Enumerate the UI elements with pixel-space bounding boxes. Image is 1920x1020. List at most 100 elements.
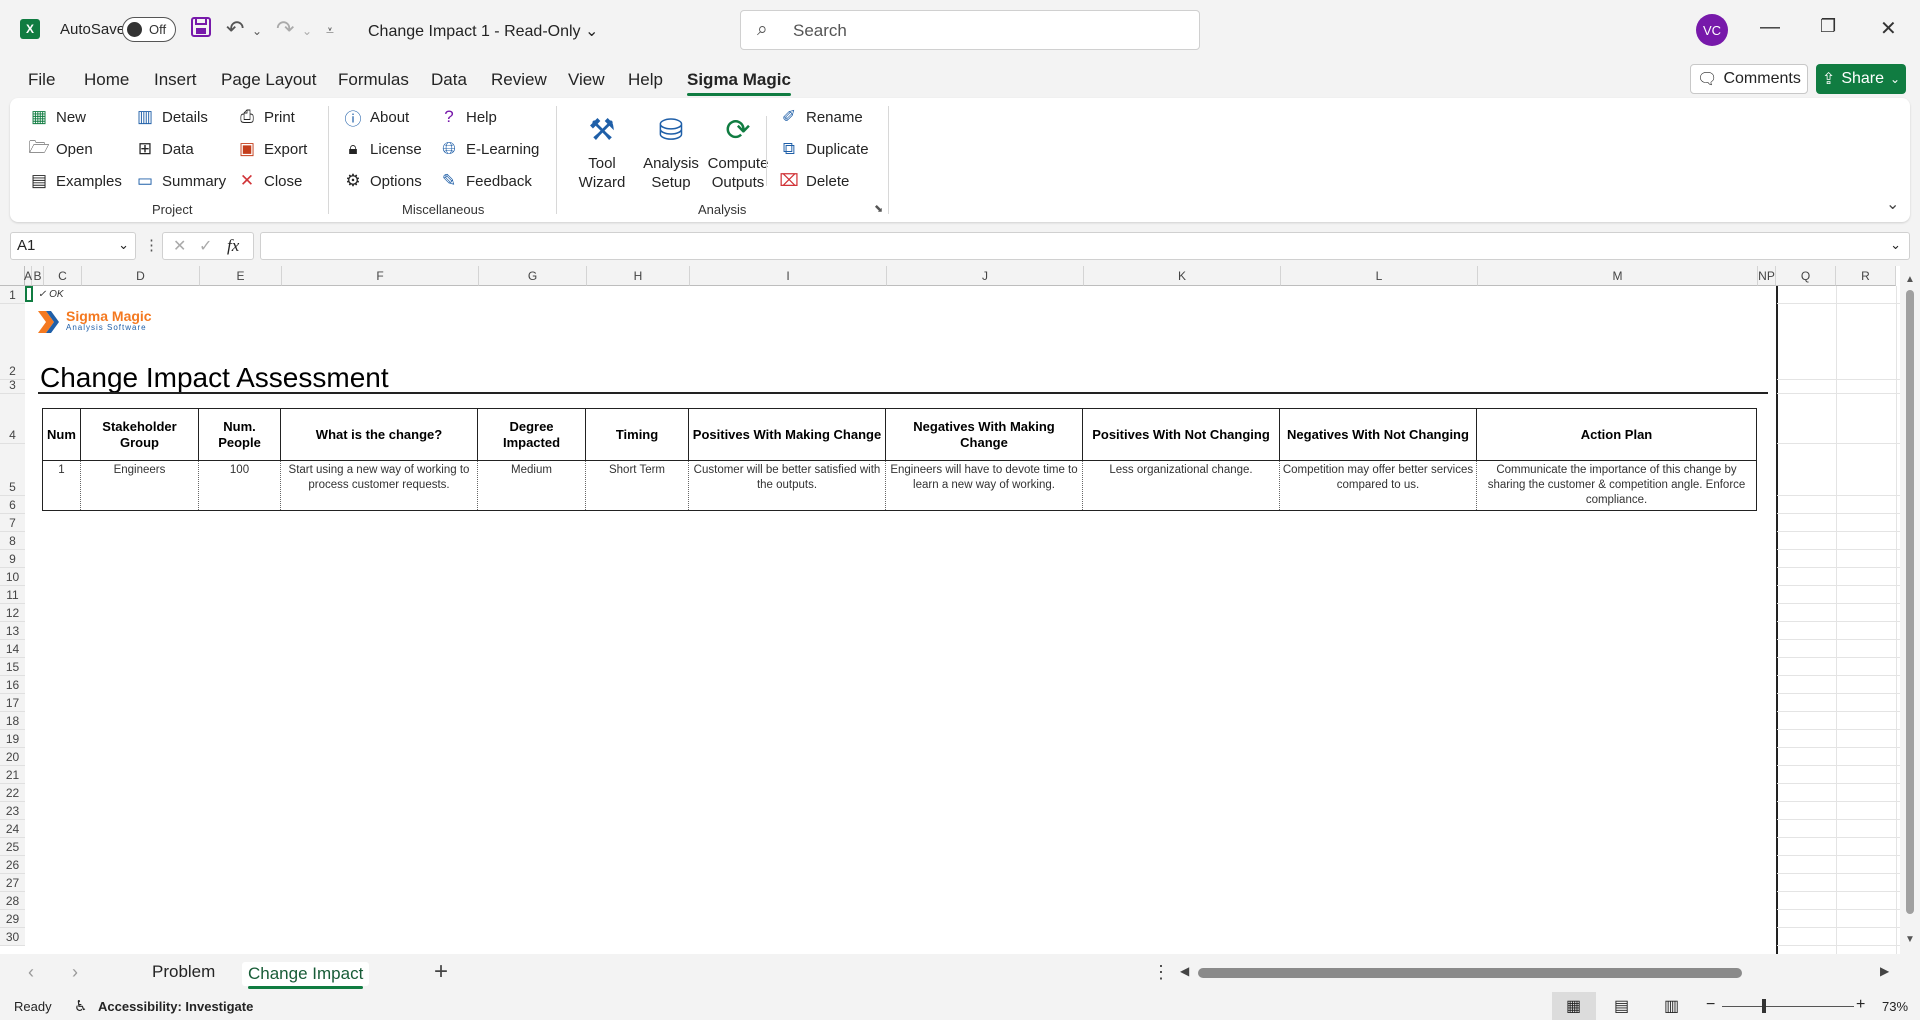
compute-outputs-button[interactable]: ⟳ Compute Outputs — [700, 108, 776, 192]
accessibility-status[interactable]: Accessibility: Investigate — [98, 999, 253, 1014]
column-header[interactable]: Q — [1776, 266, 1836, 286]
table-cell[interactable]: Medium — [477, 460, 586, 511]
more-options-icon[interactable]: ⋮ — [144, 236, 159, 254]
column-header[interactable]: R — [1836, 266, 1896, 286]
options-button[interactable]: ⚙ Options — [342, 170, 421, 192]
page-break-view-icon[interactable]: ▥ — [1664, 996, 1679, 1016]
add-sheet-icon[interactable]: + — [434, 958, 448, 986]
column-header[interactable]: NP — [1758, 266, 1776, 286]
share-button[interactable]: ⇪ Share ⌄ — [1816, 64, 1906, 94]
autosave-toggle[interactable]: Off — [122, 17, 176, 42]
row-header[interactable]: 2 — [0, 304, 25, 380]
details-button[interactable]: ▥ Details — [134, 106, 208, 128]
worksheet-grid[interactable]: A B C D E F G H I J K L M NP Q R 1234567… — [0, 266, 1920, 954]
row-header[interactable]: 19 — [0, 730, 25, 748]
dialog-launcher-icon[interactable]: ⬊ — [874, 202, 883, 215]
vertical-scroll-thumb[interactable] — [1906, 290, 1914, 914]
table-cell[interactable]: Short Term — [585, 460, 689, 511]
row-header[interactable]: 8 — [0, 532, 25, 550]
scroll-left-icon[interactable]: ◀ — [1180, 964, 1189, 978]
row-header[interactable]: 9 — [0, 550, 25, 568]
prev-sheet-icon[interactable]: ‹ — [28, 962, 34, 983]
comments-button[interactable]: 🗨 Comments — [1690, 64, 1808, 94]
row-header[interactable]: 3 — [0, 378, 25, 394]
scroll-down-icon[interactable]: ▼ — [1905, 934, 1915, 945]
examples-button[interactable]: ▤ Examples — [28, 170, 122, 192]
row-header[interactable]: 5 — [0, 444, 25, 496]
zoom-out-icon[interactable]: − — [1706, 996, 1715, 1014]
normal-view-button[interactable]: ▦ — [1552, 992, 1596, 1020]
row-header[interactable]: 6 — [0, 496, 25, 514]
row-header[interactable]: 17 — [0, 694, 25, 712]
data-button[interactable]: ⊞ Data — [134, 138, 194, 160]
row-header[interactable]: 26 — [0, 856, 25, 874]
feedback-button[interactable]: ✎ Feedback — [438, 170, 532, 192]
row-header[interactable]: 16 — [0, 676, 25, 694]
avatar[interactable]: VC — [1696, 14, 1728, 46]
row-header[interactable]: 22 — [0, 784, 25, 802]
insert-function-icon[interactable]: fx — [227, 236, 239, 256]
column-header[interactable]: C — [44, 266, 82, 286]
table-cell[interactable]: Start using a new way of working to proc… — [280, 460, 478, 511]
tab-insert[interactable]: Insert — [154, 70, 197, 90]
row-header[interactable]: 21 — [0, 766, 25, 784]
redo-dropdown-icon[interactable]: ⌄ — [302, 24, 312, 38]
open-button[interactable]: 🗁 Open — [28, 138, 92, 160]
row-header[interactable]: 29 — [0, 910, 25, 928]
cancel-icon[interactable]: ✕ — [173, 236, 186, 256]
duplicate-button[interactable]: ⧉ Duplicate — [778, 138, 869, 160]
enter-check-icon[interactable]: ✓ — [199, 236, 212, 256]
more-sheets-icon[interactable]: ⋮ — [1152, 962, 1170, 983]
active-cell-a1[interactable] — [25, 286, 33, 302]
row-header[interactable]: 23 — [0, 802, 25, 820]
delete-button[interactable]: ⌧ Delete — [778, 170, 849, 192]
tab-file[interactable]: File — [28, 70, 55, 90]
rename-button[interactable]: ✐ Rename — [778, 106, 863, 128]
table-cell[interactable]: Engineers — [80, 460, 199, 511]
scroll-up-icon[interactable]: ▲ — [1905, 274, 1915, 285]
redo-icon[interactable]: ↷ — [276, 16, 294, 42]
row-header[interactable]: 25 — [0, 838, 25, 856]
tool-wizard-button[interactable]: ⚒ Tool Wizard — [572, 108, 632, 192]
elearning-button[interactable]: 🌐︎ E-Learning — [438, 138, 539, 160]
about-button[interactable]: ⓘ About — [342, 106, 410, 129]
row-header[interactable]: 4 — [0, 394, 25, 444]
close-icon[interactable]: ✕ — [1880, 16, 1897, 41]
tab-data[interactable]: Data — [431, 70, 467, 90]
row-header[interactable]: 10 — [0, 568, 25, 586]
row-header[interactable]: 27 — [0, 874, 25, 892]
column-header[interactable]: A — [24, 266, 32, 286]
column-header[interactable]: K — [1084, 266, 1281, 286]
summary-button[interactable]: ▭ Summary — [134, 170, 226, 192]
tab-review[interactable]: Review — [491, 70, 547, 90]
close-button[interactable]: ✕ Close — [236, 170, 302, 192]
license-button[interactable]: 🔒︎ License — [342, 138, 421, 160]
table-cell[interactable]: Customer will be better satisfied with t… — [688, 460, 886, 511]
column-header[interactable]: I — [690, 266, 887, 286]
column-header[interactable]: J — [887, 266, 1084, 286]
column-header[interactable]: F — [282, 266, 479, 286]
tab-help[interactable]: Help — [628, 70, 663, 90]
row-header[interactable]: 30 — [0, 928, 25, 946]
row-header[interactable]: 7 — [0, 514, 25, 532]
row-header[interactable]: 15 — [0, 658, 25, 676]
search-box[interactable]: ⌕ Search — [740, 10, 1200, 50]
formula-input[interactable]: ⌄ — [260, 232, 1910, 260]
tab-view[interactable]: View — [568, 70, 605, 90]
row-header[interactable]: 20 — [0, 748, 25, 766]
row-header[interactable]: 11 — [0, 586, 25, 604]
tab-page-layout[interactable]: Page Layout — [221, 70, 316, 90]
undo-icon[interactable]: ↶ — [226, 16, 244, 42]
scroll-right-icon[interactable]: ▶ — [1880, 964, 1889, 978]
restore-icon[interactable]: ❐ — [1820, 16, 1836, 37]
print-button[interactable]: ⎙ Print — [236, 106, 295, 128]
row-header[interactable]: 13 — [0, 622, 25, 640]
tab-home[interactable]: Home — [84, 70, 129, 90]
minimize-icon[interactable]: — — [1760, 16, 1780, 39]
row-header[interactable]: 14 — [0, 640, 25, 658]
page-layout-view-icon[interactable]: ▤ — [1614, 996, 1629, 1016]
table-cell[interactable]: 1 — [42, 460, 81, 511]
customize-qat-icon[interactable]: ⩡ — [326, 22, 334, 39]
row-header[interactable]: 12 — [0, 604, 25, 622]
undo-dropdown-icon[interactable]: ⌄ — [252, 24, 262, 38]
